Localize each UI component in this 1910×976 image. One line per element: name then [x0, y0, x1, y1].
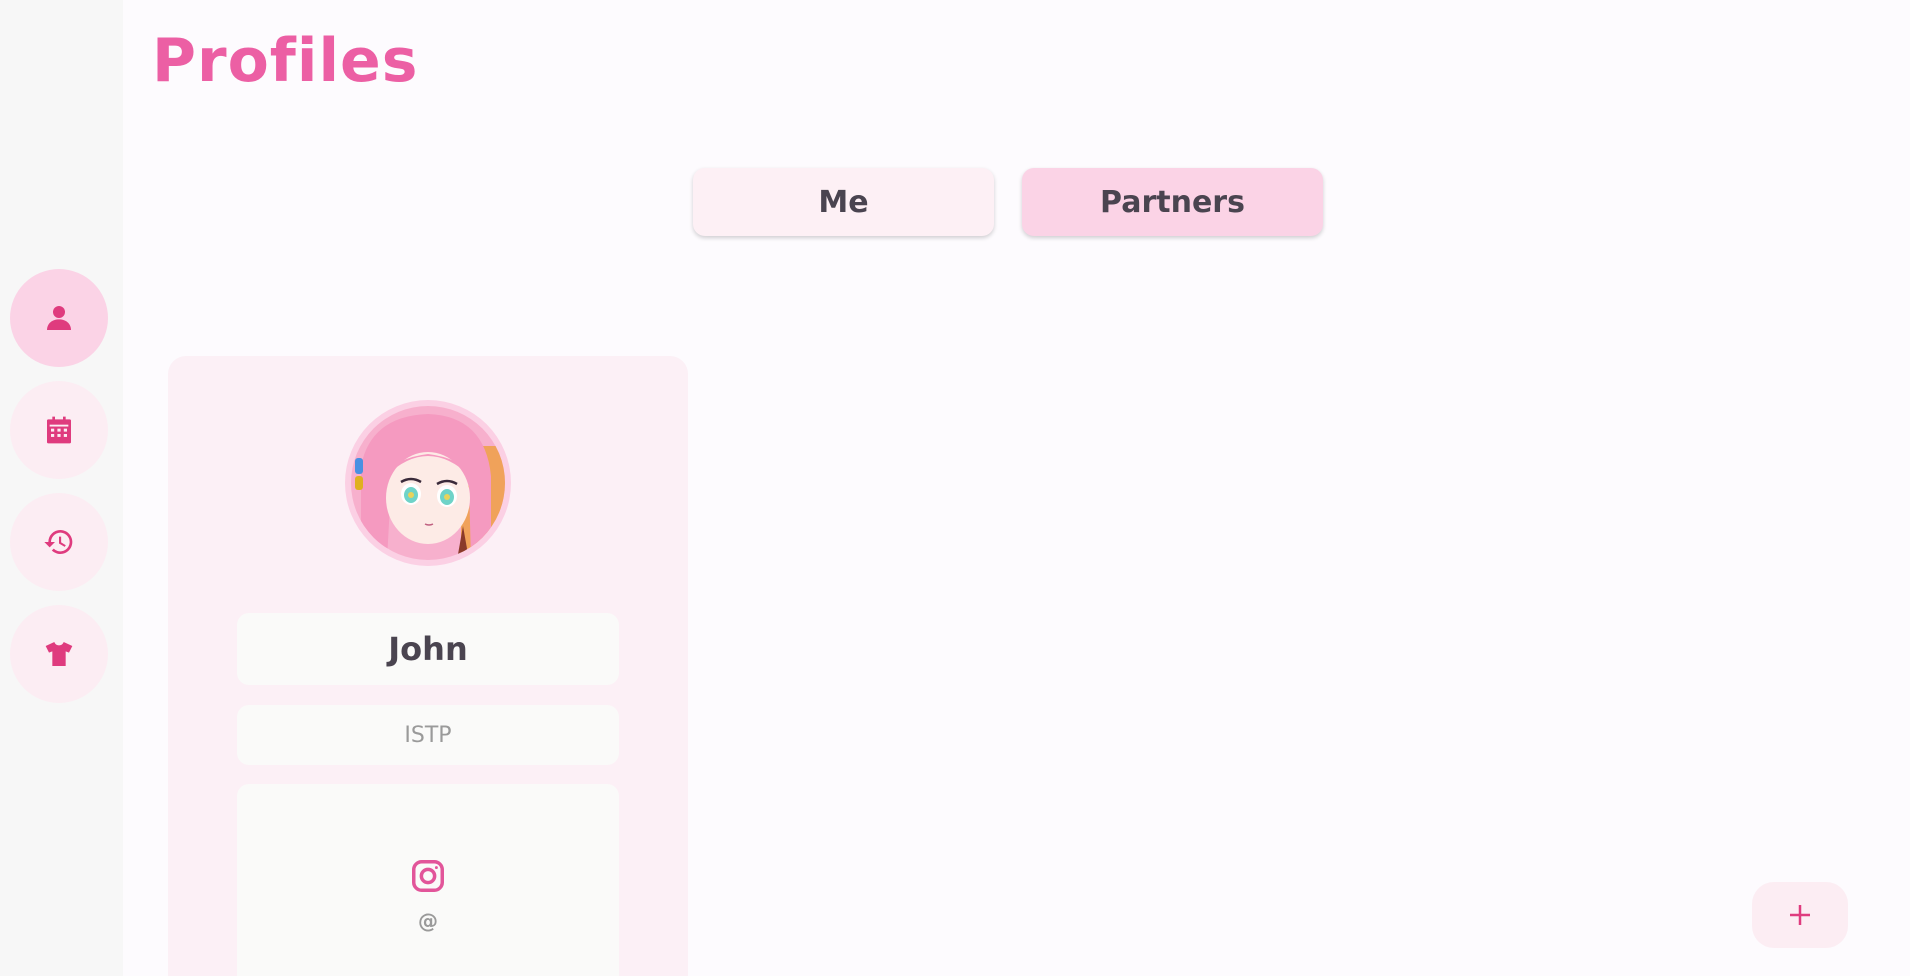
- avatar[interactable]: [345, 400, 511, 566]
- history-icon: [44, 530, 73, 554]
- profile-card: John ISTP @: [168, 356, 688, 976]
- tab-partners[interactable]: Partners: [1022, 168, 1323, 236]
- nav-profiles-button[interactable]: [10, 269, 108, 367]
- instagram-handle[interactable]: @: [418, 909, 438, 933]
- avatar-image: [351, 406, 505, 560]
- person-icon: [47, 306, 71, 330]
- instagram-icon[interactable]: [409, 857, 447, 899]
- tab-me[interactable]: Me: [693, 168, 994, 236]
- nav-wardrobe-button[interactable]: [10, 605, 108, 703]
- sidebar: [0, 0, 123, 976]
- mbti-field[interactable]: ISTP: [237, 705, 619, 765]
- calendar-icon: [47, 416, 71, 444]
- add-partner-button[interactable]: [1752, 882, 1848, 948]
- page-title: Profiles: [152, 26, 419, 96]
- nav-history-button[interactable]: [10, 493, 108, 591]
- social-section: @: [237, 784, 619, 976]
- tshirt-icon: [45, 642, 73, 666]
- name-field[interactable]: John: [237, 613, 619, 685]
- plus-icon: [1790, 905, 1810, 925]
- nav-calendar-button[interactable]: [10, 381, 108, 479]
